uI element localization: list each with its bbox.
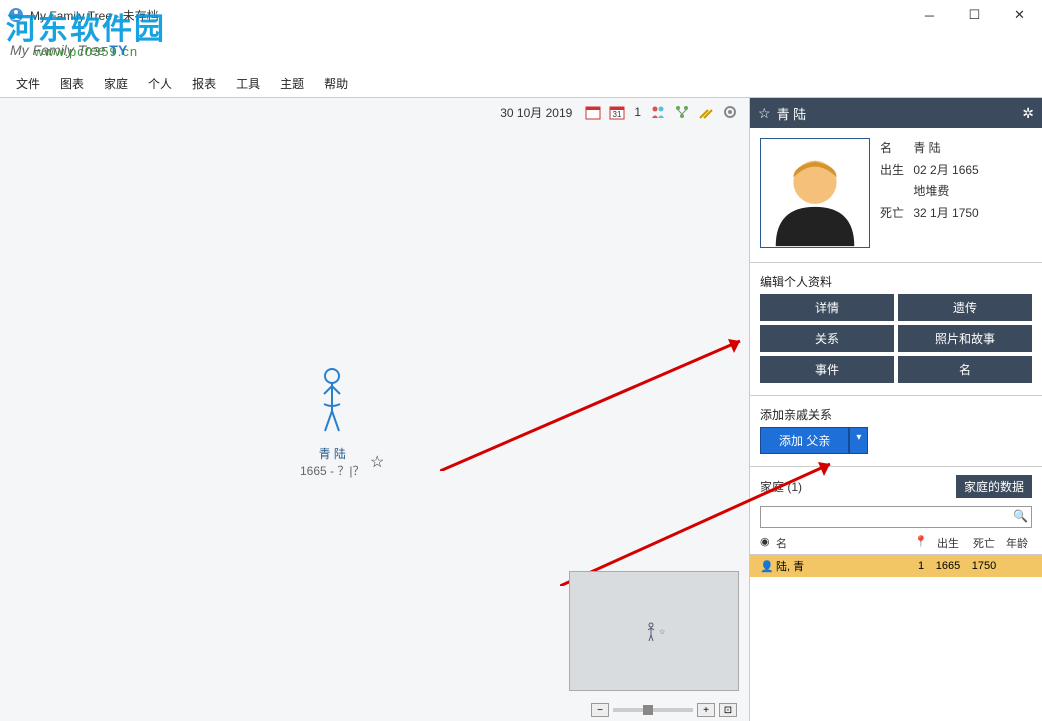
title-bar: My Family Tree - 未存档 ─ ☐ ✕ — [0, 0, 1042, 30]
add-father-dropdown[interactable]: ▾ — [849, 427, 868, 454]
add-section-title: 添加亲戚关系 — [750, 400, 1042, 427]
right-panel: ☆ 青 陆 ✲ 名 青 陆 出生 02 2月 1665 地堆费 死亡 32 1月… — [750, 98, 1042, 721]
menu-tool[interactable]: 工具 — [226, 71, 270, 96]
maximize-button[interactable]: ☐ — [952, 0, 997, 30]
canvas-area[interactable]: 30 10月 2019 31 1 — [0, 98, 750, 721]
minimize-button[interactable]: ─ — [907, 0, 952, 30]
heredity-button[interactable]: 遗传 — [898, 294, 1032, 321]
details-button[interactable]: 详情 — [760, 294, 894, 321]
family-label: 家庭 (1) — [760, 478, 802, 495]
menu-family[interactable]: 家庭 — [94, 71, 138, 96]
relation-button[interactable]: 关系 — [760, 325, 894, 352]
svg-text:31: 31 — [613, 110, 622, 119]
menu-report[interactable]: 报表 — [182, 71, 226, 96]
col-age[interactable]: 年龄 — [1002, 535, 1032, 551]
panel-header-name: 青 陆 — [777, 104, 807, 123]
nav-count: 1 — [634, 105, 641, 119]
col-marker-icon[interactable]: 📍 — [912, 535, 930, 551]
family-header: 家庭 (1) 家庭的数据 — [750, 471, 1042, 502]
person-figure-icon — [312, 366, 352, 436]
profile-death-label: 死亡 — [880, 203, 910, 225]
header-star-icon[interactable]: ☆ — [758, 105, 771, 122]
menu-help[interactable]: 帮助 — [314, 71, 358, 96]
row-person-icon: 👤 — [760, 560, 776, 573]
avatar-placeholder-icon — [761, 147, 869, 247]
canvas-toolbar: 30 10月 2019 31 1 — [0, 98, 749, 126]
menu-theme[interactable]: 主题 — [270, 71, 314, 96]
tree-icon[interactable] — [673, 103, 691, 121]
add-relative-row: 添加 父亲 ▾ — [750, 427, 1042, 462]
person-node[interactable]: 青 陆 1665 - ？|？ — [300, 366, 364, 479]
col-pin[interactable]: ◉ — [760, 535, 776, 551]
annotation-arrow-1 — [440, 331, 750, 471]
gear-icon[interactable] — [721, 103, 739, 121]
profile-birth-place: 地堆费 — [913, 184, 949, 198]
menu-bar: 文件 图表 家庭 个人 报表 工具 主题 帮助 — [0, 70, 1042, 98]
panel-gear-icon[interactable]: ✲ — [1022, 105, 1034, 122]
col-name[interactable]: 名 — [776, 535, 912, 551]
calendar-today-icon[interactable] — [584, 103, 602, 121]
col-birth[interactable]: 出生 — [930, 535, 966, 551]
search-icon[interactable]: 🔍 — [1013, 509, 1028, 523]
add-father-split-button: 添加 父亲 ▾ — [760, 427, 868, 454]
profile-box: 名 青 陆 出生 02 2月 1665 地堆费 死亡 32 1月 1750 — [750, 128, 1042, 258]
profile-details: 名 青 陆 出生 02 2月 1665 地堆费 死亡 32 1月 1750 — [880, 138, 979, 248]
brand-badge: TY — [109, 42, 127, 58]
search-row: 🔍 — [750, 502, 1042, 532]
add-father-button[interactable]: 添加 父亲 — [760, 427, 849, 454]
profile-name-value: 青 陆 — [913, 141, 940, 155]
row-birth: 1665 — [930, 560, 966, 572]
zoom-out-button[interactable]: − — [591, 703, 609, 717]
profile-birth-value: 02 2月 1665 — [913, 163, 978, 177]
family-data-button[interactable]: 家庭的数据 — [956, 475, 1032, 498]
people-icon[interactable] — [649, 103, 667, 121]
zoom-handle[interactable] — [643, 705, 653, 715]
zoom-bar: − + ⊡ — [591, 703, 737, 717]
zoom-slider[interactable] — [613, 708, 693, 712]
row-death: 1750 — [966, 560, 1002, 572]
person-life: 1665 - ？|？ — [300, 462, 364, 479]
events-button[interactable]: 事件 — [760, 356, 894, 383]
menu-file[interactable]: 文件 — [6, 71, 50, 96]
brand-text: My Family Tree — [10, 42, 105, 58]
divider — [750, 395, 1042, 396]
app-icon — [8, 7, 24, 23]
tools-icon[interactable] — [697, 103, 715, 121]
menu-chart[interactable]: 图表 — [50, 71, 94, 96]
row-num: 1 — [912, 560, 930, 572]
col-death[interactable]: 死亡 — [966, 535, 1002, 551]
avatar[interactable] — [760, 138, 870, 248]
profile-name-label: 名 — [880, 138, 910, 160]
profile-death-value: 32 1月 1750 — [913, 206, 978, 220]
table-header: ◉ 名 📍 出生 死亡 年龄 — [750, 532, 1042, 555]
calendar-icon[interactable]: 31 — [608, 103, 626, 121]
panel-header: ☆ 青 陆 ✲ — [750, 98, 1042, 128]
divider — [750, 262, 1042, 263]
zoom-fit-button[interactable]: ⊡ — [719, 703, 737, 717]
canvas-body[interactable]: 青 陆 1665 - ？|？ ☆ ☆ − — [0, 126, 749, 721]
edit-button-grid: 详情 遗传 关系 照片和故事 事件 名 — [750, 294, 1042, 391]
person-name: 青 陆 — [300, 445, 364, 462]
toolbar-date: 30 10月 2019 — [500, 104, 572, 121]
table-row[interactable]: 👤 陆, 青 1 1665 1750 — [750, 555, 1042, 577]
minimap[interactable]: ☆ — [569, 571, 739, 691]
name-button[interactable]: 名 — [898, 356, 1032, 383]
edit-section-title: 编辑个人资料 — [750, 267, 1042, 294]
zoom-in-button[interactable]: + — [697, 703, 715, 717]
photos-button[interactable]: 照片和故事 — [898, 325, 1032, 352]
minimap-person-icon: ☆ — [645, 622, 657, 645]
divider — [750, 466, 1042, 467]
brand-row: My Family Tree TY — [0, 30, 1042, 70]
window-title: My Family Tree - 未存档 — [30, 7, 159, 24]
profile-birth-label: 出生 — [880, 160, 910, 182]
menu-person[interactable]: 个人 — [138, 71, 182, 96]
star-pin-icon[interactable]: ☆ — [370, 452, 384, 472]
close-button[interactable]: ✕ — [997, 0, 1042, 30]
search-input[interactable] — [760, 506, 1032, 528]
row-name: 陆, 青 — [776, 558, 912, 574]
